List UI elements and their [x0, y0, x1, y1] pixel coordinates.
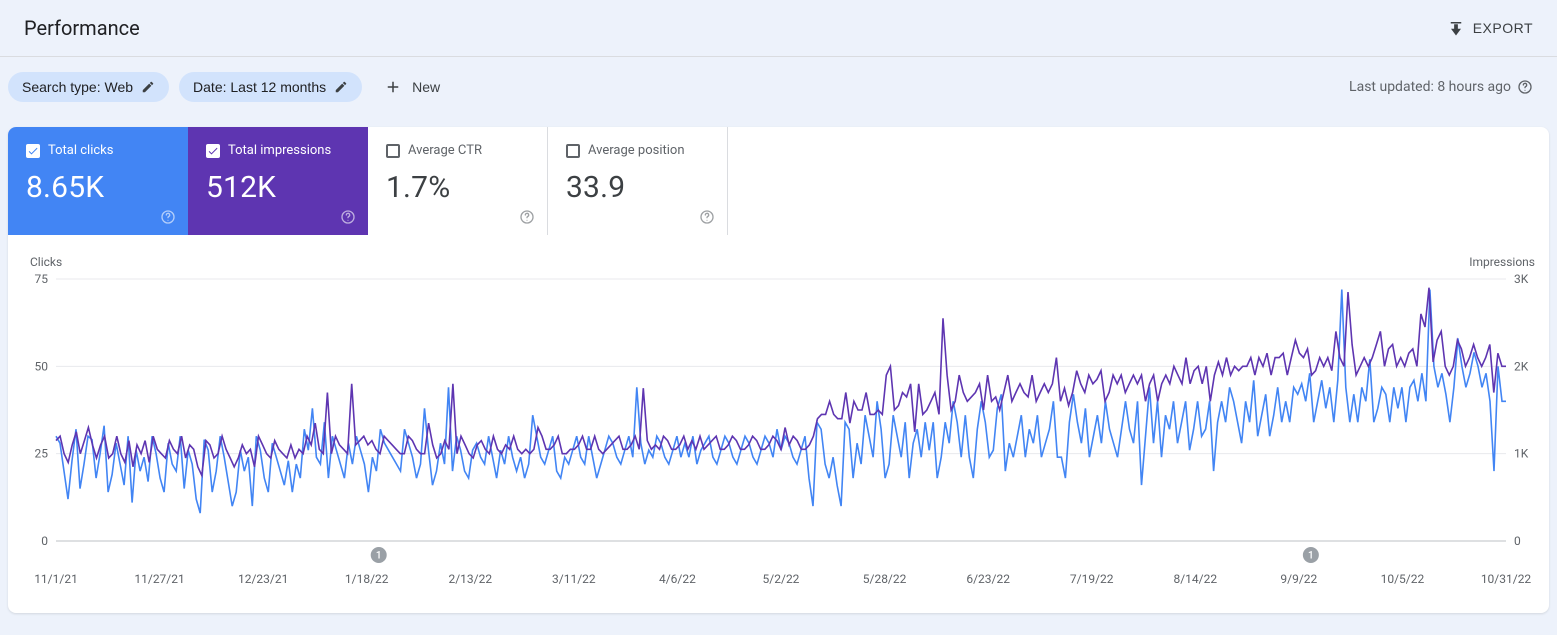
metric-clicks-value: 8.65K — [26, 170, 170, 205]
svg-text:75: 75 — [35, 273, 49, 286]
checkbox-checked-icon — [206, 144, 220, 158]
checkbox-checked-icon — [26, 144, 40, 158]
svg-text:8/14/22: 8/14/22 — [1173, 572, 1217, 586]
metric-impressions-value: 512K — [206, 170, 350, 205]
metric-clicks-label: Total clicks — [48, 143, 113, 158]
export-label: EXPORT — [1473, 20, 1533, 36]
y-left-axis-label: Clicks — [30, 255, 62, 269]
svg-text:5/28/22: 5/28/22 — [863, 572, 907, 586]
metric-ctr-value: 1.7% — [386, 170, 529, 205]
help-icon[interactable] — [340, 209, 356, 225]
help-icon[interactable] — [699, 209, 715, 225]
svg-text:11/1/21: 11/1/21 — [34, 572, 78, 586]
svg-text:10/5/22: 10/5/22 — [1381, 572, 1425, 586]
svg-text:1: 1 — [1308, 551, 1314, 562]
svg-text:3/11/22: 3/11/22 — [552, 572, 596, 586]
metric-position-label: Average position — [588, 143, 685, 158]
svg-text:1K: 1K — [1514, 447, 1529, 461]
filter-search-type-chip[interactable]: Search type: Web — [8, 72, 169, 102]
help-icon[interactable] — [160, 209, 176, 225]
filter-date-label: Date: Last 12 months — [193, 79, 326, 95]
last-updated-text: Last updated: 8 hours ago — [1349, 79, 1533, 95]
download-icon — [1447, 19, 1465, 37]
metric-impressions-label: Total impressions — [228, 143, 331, 158]
svg-text:9/9/22: 9/9/22 — [1280, 572, 1317, 586]
svg-text:11/27/21: 11/27/21 — [134, 572, 184, 586]
svg-text:0: 0 — [1514, 534, 1521, 548]
svg-text:3K: 3K — [1514, 273, 1529, 286]
svg-text:10/31/22: 10/31/22 — [1481, 572, 1532, 586]
pencil-icon — [334, 80, 348, 94]
performance-chart[interactable]: 0 25 50 75 0 1K 2K 3K 11/1/21 11/27/21 12/23/21 1/1… — [26, 273, 1536, 603]
checkbox-unchecked-icon — [386, 144, 400, 158]
svg-text:5/2/22: 5/2/22 — [763, 572, 800, 586]
metric-total-impressions[interactable]: Total impressions 512K — [188, 127, 368, 235]
svg-text:6/23/22: 6/23/22 — [966, 572, 1010, 586]
pencil-icon — [141, 80, 155, 94]
help-icon[interactable] — [1517, 79, 1533, 95]
filter-date-chip[interactable]: Date: Last 12 months — [179, 72, 362, 102]
metric-avg-position[interactable]: Average position 33.9 — [548, 127, 728, 235]
metric-total-clicks[interactable]: Total clicks 8.65K — [8, 127, 188, 235]
metric-position-value: 33.9 — [566, 170, 709, 205]
plus-icon — [384, 78, 402, 96]
svg-text:0: 0 — [41, 534, 48, 548]
svg-text:12/23/21: 12/23/21 — [238, 572, 288, 586]
svg-text:1/18/22: 1/18/22 — [345, 572, 389, 586]
page-title: Performance — [24, 16, 140, 40]
svg-text:2K: 2K — [1514, 359, 1529, 373]
svg-text:4/6/22: 4/6/22 — [659, 572, 696, 586]
new-filter-label: New — [412, 79, 440, 95]
metric-avg-ctr[interactable]: Average CTR 1.7% — [368, 127, 548, 235]
svg-text:1: 1 — [376, 551, 382, 562]
filter-search-type-label: Search type: Web — [22, 79, 133, 95]
help-icon[interactable] — [519, 209, 535, 225]
metric-ctr-label: Average CTR — [408, 143, 482, 158]
y-right-axis-label: Impressions — [1469, 255, 1535, 269]
svg-text:50: 50 — [35, 359, 49, 373]
svg-text:7/19/22: 7/19/22 — [1070, 572, 1114, 586]
svg-text:25: 25 — [35, 447, 49, 461]
export-button[interactable]: EXPORT — [1447, 19, 1533, 37]
svg-text:2/13/22: 2/13/22 — [448, 572, 492, 586]
new-filter-button[interactable]: New — [372, 71, 452, 103]
checkbox-unchecked-icon — [566, 144, 580, 158]
